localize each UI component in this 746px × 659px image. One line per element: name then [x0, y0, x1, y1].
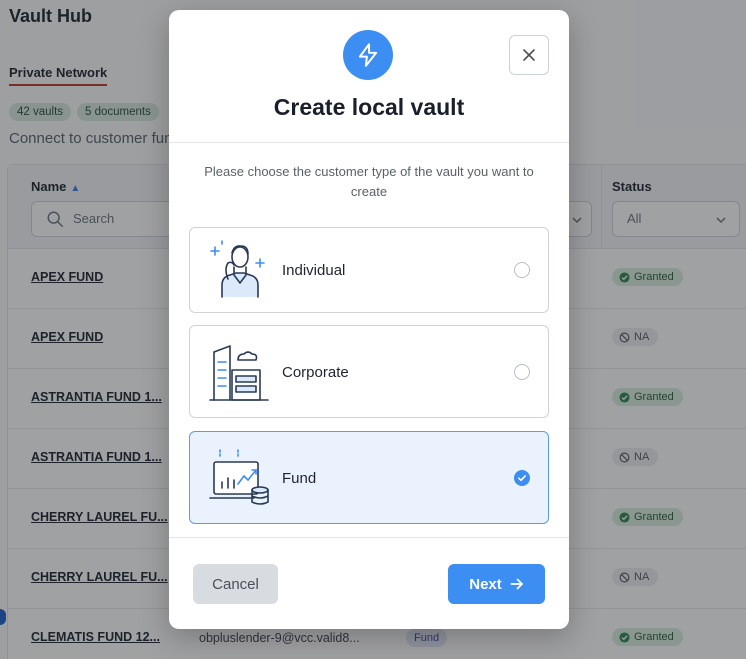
fund-illustration-icon	[209, 449, 269, 505]
close-button[interactable]	[509, 35, 549, 75]
modal-title: Create local vault	[273, 94, 465, 120]
modal-footer: Cancel Next	[169, 537, 569, 629]
modal-header: Create local vault	[169, 10, 569, 143]
option-label: Individual	[282, 262, 346, 279]
next-button-label: Next	[469, 575, 502, 593]
check-icon	[517, 474, 527, 482]
option-individual[interactable]: Individual	[189, 227, 549, 313]
individual-illustration-icon	[210, 240, 265, 298]
option-radio[interactable]	[514, 262, 530, 278]
option-radio-checked[interactable]	[514, 470, 530, 486]
corporate-illustration-icon	[209, 345, 269, 401]
option-label: Corporate	[282, 364, 349, 381]
option-corporate[interactable]: Corporate	[189, 325, 549, 418]
modal-instruction: Please choose the customer type of the v…	[204, 164, 534, 199]
arrow-right-icon	[510, 578, 523, 590]
option-fund[interactable]: Fund	[189, 431, 549, 524]
option-label: Fund	[282, 470, 317, 487]
option-radio[interactable]	[514, 364, 530, 380]
create-vault-modal: Create local vault Please choose the cus…	[169, 10, 569, 629]
close-icon	[523, 49, 535, 61]
cancel-button[interactable]: Cancel	[193, 564, 278, 604]
lightning-icon	[343, 30, 393, 80]
next-button[interactable]: Next	[448, 564, 545, 604]
